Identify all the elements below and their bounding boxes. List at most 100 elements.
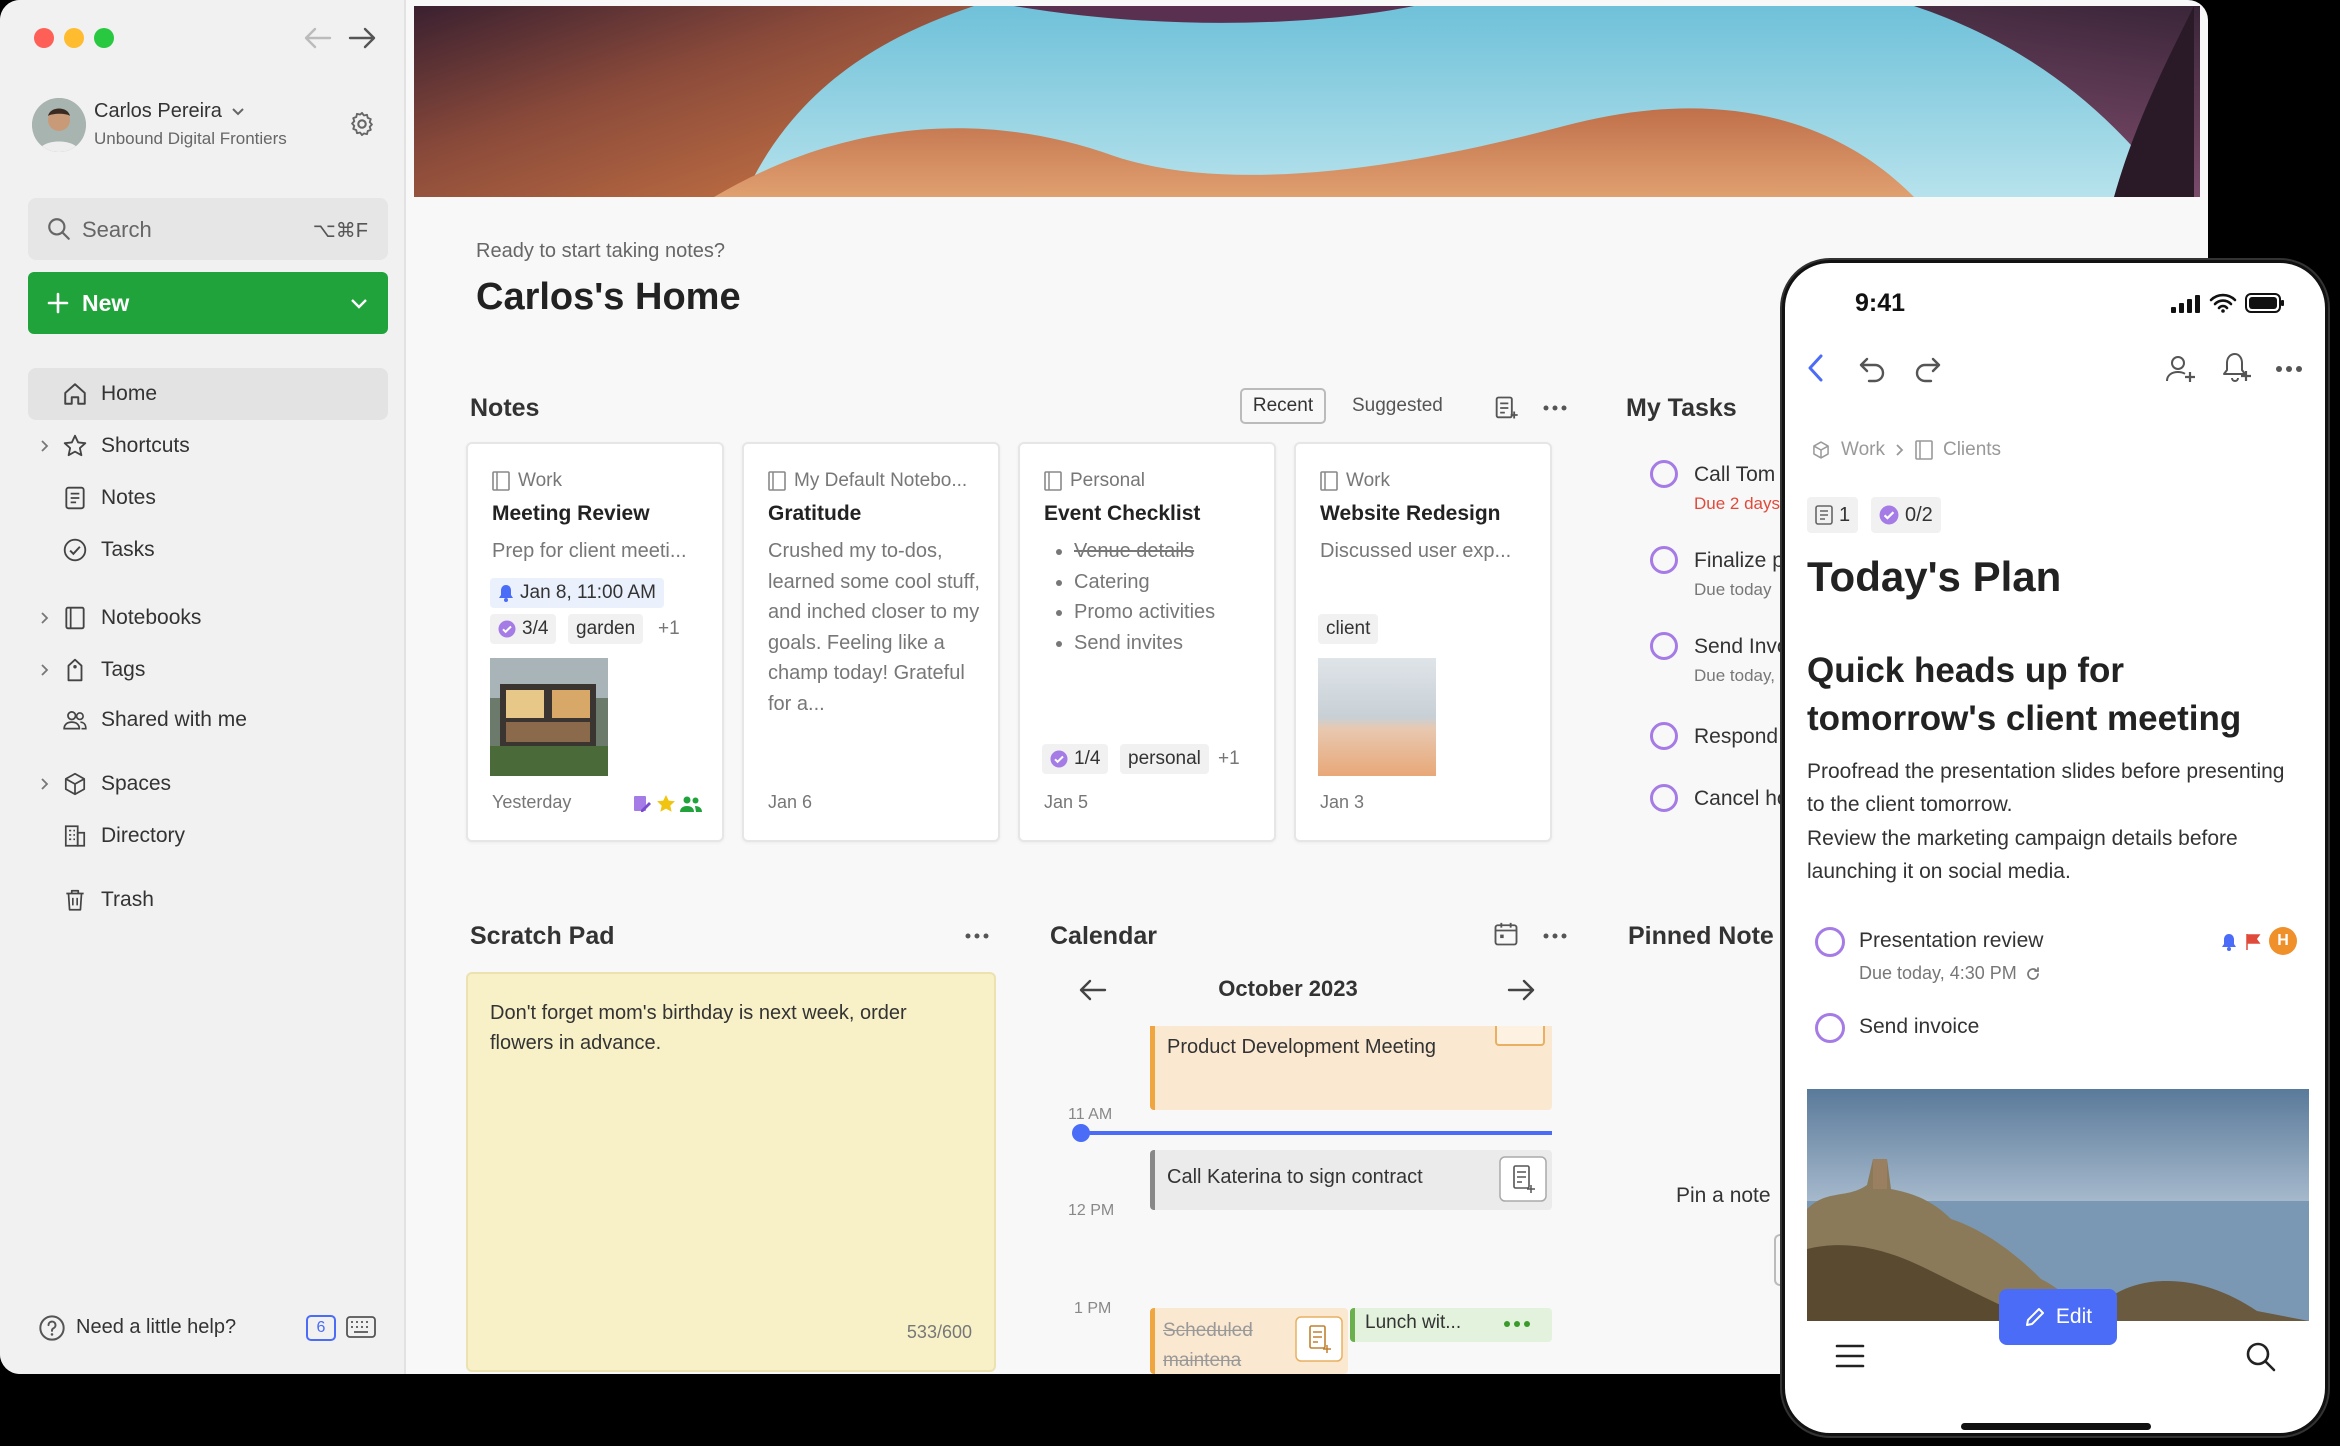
list-item[interactable]: Respond — [1650, 716, 1790, 756]
task-count-chip[interactable]: 0/2 — [1871, 497, 1941, 533]
check-circle-icon — [1879, 505, 1899, 525]
next-month-arrow-icon[interactable] — [1506, 978, 1536, 1002]
note-icon — [65, 486, 85, 510]
note-title[interactable]: Today's Plan — [1807, 553, 2061, 601]
list-item[interactable]: Cancel ho — [1650, 778, 1790, 818]
note-heading[interactable]: Quick heads up for tomorrow's client mee… — [1807, 647, 2317, 743]
list-item[interactable]: Send Invo Due today, — [1650, 626, 1790, 696]
redo-icon[interactable] — [1913, 355, 1943, 383]
sidebar-item-directory[interactable]: Directory — [28, 810, 388, 862]
menu-icon[interactable] — [1835, 1343, 1865, 1369]
new-note-icon[interactable] — [1295, 1316, 1343, 1362]
breadcrumb-notebook[interactable]: Clients — [1943, 439, 2001, 461]
tag-chip[interactable]: garden — [568, 614, 644, 644]
more-options-icon[interactable] — [964, 932, 990, 940]
new-button[interactable]: New — [28, 272, 388, 334]
list-item[interactable]: Call Tom Due 2 days — [1650, 454, 1790, 524]
task-checkbox[interactable] — [1815, 927, 1845, 957]
cube-icon — [64, 772, 86, 796]
close-window-button[interactable] — [34, 28, 54, 48]
add-person-icon[interactable] — [2165, 353, 2197, 385]
sidebar-item-notebooks[interactable]: Notebooks — [28, 592, 388, 644]
task-checkbox[interactable] — [1650, 722, 1678, 750]
notification-badge[interactable]: 6 — [306, 1315, 336, 1341]
forward-arrow-icon[interactable] — [348, 26, 376, 50]
undo-icon[interactable] — [1857, 355, 1887, 383]
gear-icon[interactable] — [348, 110, 376, 138]
calendar-event[interactable]: Lunch wit... — [1350, 1308, 1552, 1342]
event-title: Scheduled maintena — [1163, 1320, 1253, 1371]
question-circle-icon[interactable] — [38, 1314, 66, 1342]
calendar-event[interactable]: Product Development Meeting — [1150, 1026, 1552, 1110]
sidebar: Carlos Pereira Unbound Digital Frontiers… — [0, 0, 406, 1374]
calendar-icon[interactable] — [1492, 920, 1520, 948]
chevron-right-icon[interactable] — [38, 611, 52, 625]
sidebar-item-tasks[interactable]: Tasks — [28, 524, 388, 576]
edit-button[interactable]: Edit — [1999, 1289, 2117, 1345]
note-icon[interactable] — [1495, 1026, 1545, 1046]
task-due: Due today, 4:30 PM — [1859, 963, 2041, 984]
sidebar-item-label: Directory — [101, 824, 186, 847]
chevron-down-icon[interactable] — [350, 298, 368, 310]
task-checkbox[interactable] — [1815, 1013, 1845, 1043]
tag-chip[interactable]: client — [1318, 614, 1379, 644]
sidebar-item-shared[interactable]: Shared with me — [28, 694, 388, 746]
back-arrow-icon[interactable] — [304, 26, 332, 50]
calendar-event[interactable]: Call Katerina to sign contract — [1150, 1150, 1552, 1210]
chevron-right-icon[interactable] — [38, 439, 52, 453]
chevron-right-icon[interactable] — [38, 777, 52, 791]
sidebar-item-home[interactable]: Home — [28, 368, 388, 420]
reminder-chip[interactable]: Jan 8, 11:00 AM — [490, 578, 664, 608]
sidebar-item-notes[interactable]: Notes — [28, 472, 388, 524]
keyboard-icon[interactable] — [346, 1316, 376, 1338]
more-options-icon[interactable] — [1542, 404, 1568, 412]
notebook-name: My Default Notebo... — [794, 470, 968, 491]
tab-recent[interactable]: Recent — [1240, 388, 1326, 424]
back-chevron-icon[interactable] — [1805, 353, 1827, 383]
list-item[interactable]: Presentation review Due today, 4:30 PM H — [1815, 927, 2315, 997]
assignee-avatar[interactable]: H — [2269, 927, 2297, 955]
new-note-icon[interactable] — [1492, 394, 1520, 422]
previous-month-arrow-icon[interactable] — [1078, 978, 1108, 1002]
sidebar-item-spaces[interactable]: Spaces — [28, 758, 388, 810]
sidebar-item-tags[interactable]: Tags — [28, 644, 388, 696]
sidebar-item-shortcuts[interactable]: Shortcuts — [28, 420, 388, 472]
maximize-window-button[interactable] — [94, 28, 114, 48]
more-options-icon[interactable] — [2275, 365, 2303, 373]
task-checkbox[interactable] — [1650, 632, 1678, 660]
avatar[interactable] — [32, 98, 86, 152]
new-note-icon[interactable] — [1499, 1156, 1547, 1202]
scratch-pad-textarea[interactable]: Don't forget mom's birthday is next week… — [466, 972, 996, 1372]
note-card[interactable]: My Default Notebo... Gratitude Crushed m… — [742, 442, 1000, 842]
search-icon[interactable] — [2245, 1341, 2277, 1373]
task-checkbox[interactable] — [1650, 460, 1678, 488]
task-checkbox[interactable] — [1650, 784, 1678, 812]
note-card[interactable]: Work Website Redesign Discussed user exp… — [1294, 442, 1552, 842]
sidebar-item-trash[interactable]: Trash — [28, 874, 388, 926]
chevron-right-icon[interactable] — [38, 663, 52, 677]
tab-suggested[interactable]: Suggested — [1352, 395, 1443, 417]
breadcrumb-space[interactable]: Work — [1841, 439, 1885, 461]
search-shortcut: ⌥⌘F — [312, 220, 368, 242]
add-reminder-icon[interactable] — [2221, 351, 2253, 385]
note-card[interactable]: Personal Event Checklist Venue details C… — [1018, 442, 1276, 842]
tag-chip[interactable]: personal — [1120, 744, 1209, 774]
more-options-icon[interactable] — [1503, 1320, 1531, 1328]
sidebar-item-label: Spaces — [101, 772, 172, 795]
search-input[interactable]: Search ⌥⌘F — [28, 198, 388, 260]
list-item[interactable]: Send invoice — [1815, 1013, 2315, 1053]
help-link[interactable]: Need a little help? — [76, 1316, 236, 1339]
note-title: Meeting Review — [492, 502, 650, 525]
note-paragraph[interactable]: Proofread the presentation slides before… — [1807, 755, 2307, 821]
minimize-window-button[interactable] — [64, 28, 84, 48]
calendar-event[interactable]: Scheduled maintena — [1150, 1308, 1348, 1374]
pin-note-hint: Pin a note — [1676, 1184, 1771, 1207]
user-menu[interactable]: Carlos Pereira — [94, 100, 244, 123]
linked-notes-chip[interactable]: 1 — [1807, 497, 1859, 533]
task-checkbox[interactable] — [1650, 546, 1678, 574]
more-options-icon[interactable] — [1542, 932, 1568, 940]
note-card[interactable]: Work Meeting Review Prep for client meet… — [466, 442, 724, 842]
note-paragraph[interactable]: Review the marketing campaign details be… — [1807, 822, 2307, 888]
notebook-name: Work — [518, 470, 562, 491]
list-item[interactable]: Finalize p Due today — [1650, 540, 1790, 610]
